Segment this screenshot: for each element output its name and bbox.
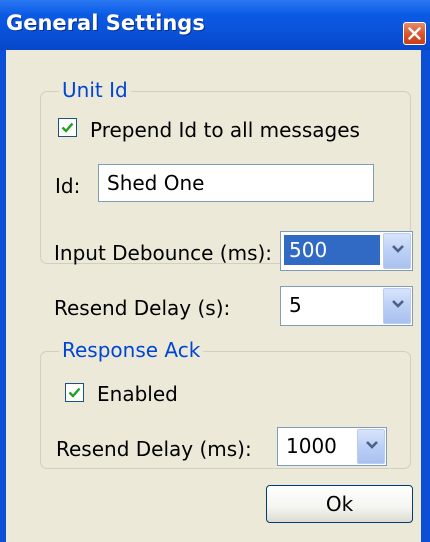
settings-window: General Settings Unit Id Prepend Id to a…: [0, 0, 430, 542]
title-bar[interactable]: General Settings: [0, 0, 430, 50]
close-icon[interactable]: [403, 22, 426, 45]
response-ack-group-title: Response Ack: [59, 338, 204, 362]
id-field[interactable]: Shed One: [98, 164, 374, 202]
ack-resend-delay-value: 1000: [286, 434, 337, 458]
dialog-client-area: Unit Id Prepend Id to all messages Id: S…: [6, 50, 421, 542]
ack-resend-delay-select[interactable]: 1000: [277, 427, 387, 466]
chevron-down-icon[interactable]: [383, 288, 411, 324]
input-debounce-select[interactable]: 500: [280, 231, 413, 271]
ack-resend-delay-label: Resend Delay (ms):: [56, 437, 252, 461]
enabled-checkbox[interactable]: [65, 383, 84, 402]
prepend-id-checkbox[interactable]: [58, 118, 77, 137]
chevron-down-icon[interactable]: [383, 233, 411, 269]
resend-delay-label: Resend Delay (s):: [54, 296, 231, 320]
window-title: General Settings: [6, 11, 205, 35]
input-debounce-value: 500: [284, 235, 380, 265]
ok-button[interactable]: Ok: [266, 485, 413, 523]
chevron-down-icon[interactable]: [357, 429, 385, 464]
prepend-id-label[interactable]: Prepend Id to all messages: [90, 118, 360, 142]
resend-delay-select[interactable]: 5: [280, 286, 413, 326]
resend-delay-value: 5: [289, 293, 302, 317]
unit-id-group-title: Unit Id: [59, 78, 131, 102]
enabled-label[interactable]: Enabled: [97, 382, 178, 406]
input-debounce-label: Input Debounce (ms):: [54, 241, 273, 265]
id-label: Id:: [55, 174, 81, 198]
